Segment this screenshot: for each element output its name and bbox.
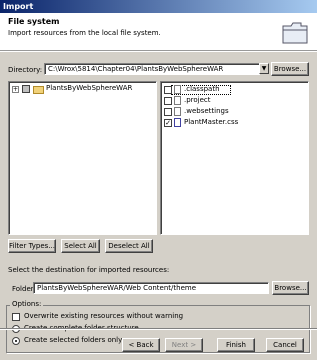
tree-checkbox[interactable]	[22, 85, 30, 93]
options-title: Options:	[10, 300, 44, 308]
footer-separator	[0, 328, 317, 330]
selected-folders-radio[interactable]	[12, 337, 20, 345]
file-checkbox-checked[interactable]: ✓	[164, 119, 172, 127]
back-button[interactable]: < Back	[122, 338, 160, 352]
overwrite-label[interactable]: Overwrite existing resources without war…	[24, 312, 183, 320]
finish-button[interactable]: Finish	[217, 338, 255, 352]
file-icon	[174, 96, 181, 105]
cancel-button[interactable]: Cancel	[266, 338, 304, 352]
directory-combo[interactable]: C:\Wrox\5814\Chapter04\PlantsByWebSphere…	[44, 63, 260, 75]
deselect-all-button[interactable]: Deselect All	[105, 239, 153, 253]
next-button[interactable]: Next >	[165, 338, 203, 352]
file-checkbox[interactable]	[164, 86, 172, 94]
file-checkbox[interactable]	[164, 97, 172, 105]
file-icon	[174, 85, 181, 94]
file-checkbox[interactable]	[164, 108, 172, 116]
page-description: Import resources from the local file sys…	[8, 29, 161, 37]
tree-item-root[interactable]: PlantsByWebSphereWAR	[46, 83, 132, 94]
folder-icon	[282, 22, 308, 44]
folder-tree[interactable]: + PlantsByWebSphereWAR	[8, 81, 157, 235]
list-item[interactable]: .classpath	[184, 84, 220, 95]
list-item[interactable]: .websettings	[184, 106, 229, 117]
folder-field[interactable]: PlantsByWebSphereWAR/Web Content/theme	[33, 282, 269, 294]
wizard-banner: File system Import resources from the lo…	[0, 13, 317, 51]
list-item[interactable]: .project	[184, 95, 211, 106]
destination-prompt: Select the destination for imported reso…	[8, 266, 170, 274]
window-title: Import	[3, 2, 34, 11]
list-item[interactable]: PlantMaster.css	[184, 117, 238, 128]
page-title: File system	[8, 17, 60, 26]
directory-browse-button[interactable]: Browse...	[271, 62, 309, 76]
overwrite-checkbox[interactable]	[12, 313, 20, 321]
file-icon	[174, 107, 181, 116]
folder-icon	[33, 86, 44, 94]
file-list[interactable]: .classpath .project .websettings ✓ Plant…	[160, 81, 309, 235]
expand-icon[interactable]: +	[12, 86, 19, 93]
select-all-button[interactable]: Select All	[61, 239, 100, 253]
stylesheet-icon	[174, 118, 181, 127]
folder-browse-button[interactable]: Browse...	[272, 281, 309, 295]
filter-types-button[interactable]: Filter Types...	[8, 239, 56, 253]
wizard-body: Directory: C:\Wrox\5814\Chapter04\Plants…	[0, 52, 317, 360]
title-bar: Import	[0, 0, 317, 13]
selected-folders-label[interactable]: Create selected folders only	[24, 336, 122, 344]
directory-label: Directory:	[8, 66, 43, 74]
chevron-down-icon[interactable]: ▼	[259, 63, 269, 74]
